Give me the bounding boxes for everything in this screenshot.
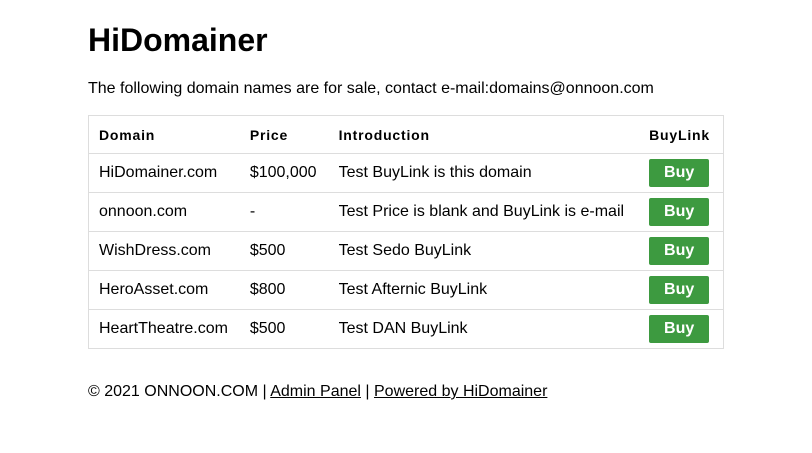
- table-row: onnoon.com - Test Price is blank and Buy…: [88, 192, 724, 232]
- page-title: HiDomainer: [88, 22, 268, 58]
- table-row: HiDomainer.com $100,000 Test BuyLink is …: [88, 153, 724, 193]
- column-header-introduction: Introduction: [328, 115, 640, 154]
- price-cell: $500: [239, 231, 329, 271]
- admin-panel-link[interactable]: Admin Panel: [270, 383, 361, 400]
- introduction-cell: Test Sedo BuyLink: [328, 231, 640, 271]
- table-row: WishDress.com $500 Test Sedo BuyLink Buy: [88, 231, 724, 271]
- column-header-buylink: BuyLink: [639, 115, 724, 154]
- column-header-price: Price: [239, 115, 329, 154]
- powered-by-link[interactable]: Powered by HiDomainer: [374, 383, 547, 400]
- buylink-cell: Buy: [639, 192, 724, 232]
- introduction-cell: Test DAN BuyLink: [338, 320, 468, 337]
- buy-button[interactable]: Buy: [649, 237, 710, 265]
- table-row: HeroAsset.com $800 Test Afternic BuyLink…: [88, 270, 724, 310]
- introduction-cell: Test BuyLink is this domain: [328, 153, 640, 193]
- price-cell: $800: [239, 270, 329, 310]
- table-row: HeartTheatre.com $500 Test DAN BuyLink B…: [89, 310, 724, 349]
- table-body: HiDomainer.com $100,000 Test BuyLink is …: [88, 153, 724, 349]
- domain-cell: HeroAsset.com: [88, 270, 240, 310]
- column-header-domain: Domain: [88, 115, 240, 154]
- domain-cell: onnoon.com: [88, 192, 240, 232]
- domains-table: Domain Price Introduction BuyLink HiDoma…: [88, 115, 724, 349]
- buylink-cell: Buy: [639, 153, 724, 193]
- table-header-row: Domain Price Introduction BuyLink: [88, 115, 724, 154]
- price-cell: $500: [249, 320, 286, 337]
- buy-button[interactable]: Buy: [649, 159, 710, 187]
- footer: © 2021 ONNOON.COM | Admin Panel | Powere…: [88, 382, 547, 402]
- table-header: Domain Price Introduction BuyLink: [88, 115, 724, 154]
- buylink-cell: Buy: [639, 231, 724, 271]
- buylink-cell: Buy: [639, 270, 724, 310]
- buylink-cell: Buy: [639, 310, 723, 349]
- buy-button[interactable]: Buy: [649, 198, 710, 226]
- copyright-text: © 2021 ONNOON.COM: [88, 383, 259, 400]
- domain-cell: HiDomainer.com: [88, 153, 240, 193]
- price-cell: $100,000: [239, 153, 329, 193]
- price-cell: -: [239, 192, 329, 232]
- buy-button[interactable]: Buy: [649, 276, 710, 304]
- domain-cell: WishDress.com: [88, 231, 240, 271]
- introduction-cell: Test Afternic BuyLink: [328, 270, 640, 310]
- buy-button[interactable]: Buy: [649, 315, 710, 343]
- domain-cell: HeartTheatre.com: [99, 320, 228, 337]
- footer-separator: |: [365, 383, 370, 400]
- introduction-cell: Test Price is blank and BuyLink is e-mai…: [328, 192, 640, 232]
- footer-separator: |: [262, 383, 267, 400]
- intro-text: The following domain names are for sale,…: [88, 80, 654, 97]
